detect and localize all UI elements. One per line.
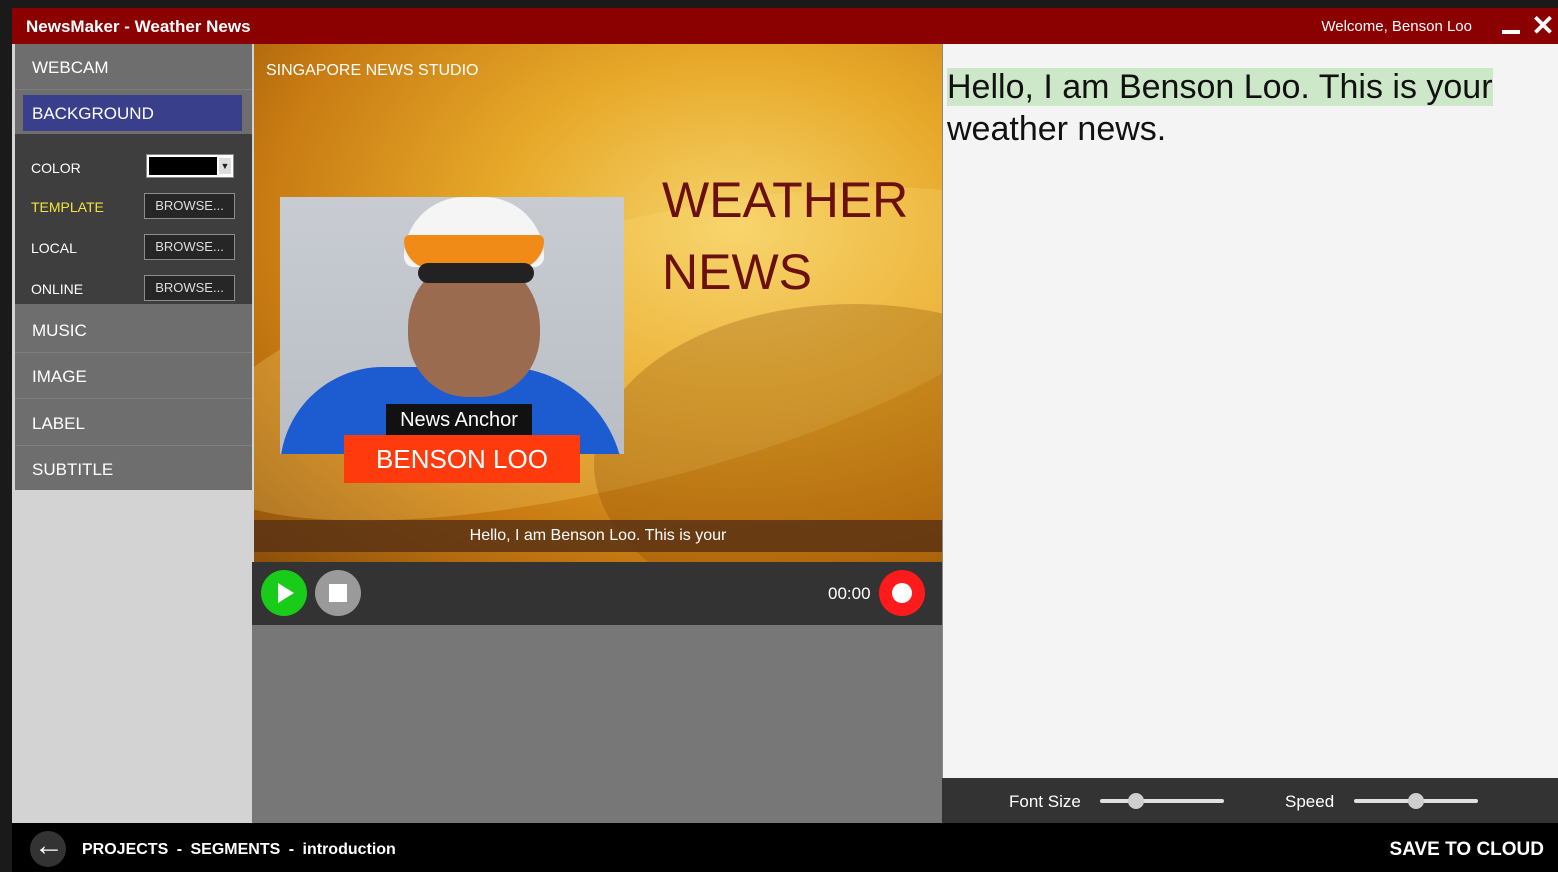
font-size-label: Font Size: [1009, 792, 1081, 811]
footer-bar: PROJECTS - SEGMENTS - introduction SAVE …: [12, 823, 1558, 872]
template-row: TEMPLATE BROWSE...: [31, 193, 241, 219]
script-highlight: Hello, I am Benson Loo. This is your: [947, 68, 1493, 106]
minimize-icon[interactable]: [1502, 20, 1520, 36]
anchor-name-label: BENSON LOO: [344, 435, 580, 483]
template-browse-button[interactable]: BROWSE...: [144, 193, 235, 219]
breadcrumb-current: introduction: [302, 841, 396, 858]
online-row: ONLINE BROWSE...: [31, 275, 241, 301]
online-browse-button[interactable]: BROWSE...: [144, 275, 235, 301]
play-button[interactable]: [261, 570, 307, 616]
script-panel[interactable]: Hello, I am Benson Loo. This is your weat…: [942, 44, 1558, 778]
sidebar-item-label[interactable]: LABEL: [15, 400, 252, 446]
sidebar-item-music[interactable]: MUSIC: [15, 307, 252, 353]
breadcrumb-segments[interactable]: SEGMENTS: [190, 841, 280, 858]
app-window: NewsMaker - Weather News Welcome, Benson…: [12, 8, 1558, 872]
back-arrow-icon[interactable]: [30, 829, 66, 867]
background-panel: COLOR ▼ TEMPLATE BROWSE... LOCAL BROWSE.…: [15, 134, 252, 304]
color-row: COLOR ▼: [31, 154, 241, 180]
title-bar: NewsMaker - Weather News Welcome, Benson…: [12, 8, 1558, 44]
headline-line-2: NEWS: [662, 244, 812, 300]
anchor-title-label: News Anchor: [386, 404, 532, 436]
local-browse-button[interactable]: BROWSE...: [144, 234, 235, 260]
script-rest: weather news.: [947, 110, 1167, 148]
playback-controls: 00:00: [252, 562, 942, 625]
breadcrumb-separator: -: [288, 841, 295, 858]
chevron-down-icon: ▼: [219, 158, 231, 174]
script-text[interactable]: Hello, I am Benson Loo. This is your weat…: [947, 66, 1547, 150]
breadcrumb-projects[interactable]: PROJECTS: [82, 841, 168, 858]
local-label: LOCAL: [31, 240, 77, 256]
stop-button[interactable]: [315, 570, 361, 616]
speed-slider[interactable]: [1354, 793, 1478, 809]
speed-thumb[interactable]: [1408, 793, 1424, 809]
headline-line-1: WEATHER: [662, 172, 909, 228]
speed-label: Speed: [1285, 792, 1335, 811]
close-icon[interactable]: ✕: [1530, 12, 1556, 40]
breadcrumb-separator: -: [176, 841, 183, 858]
teleprompter-settings: Font Size Speed: [942, 778, 1558, 823]
color-label: COLOR: [31, 160, 81, 176]
timer: 00:00: [828, 584, 871, 603]
sidebar-item-background[interactable]: BACKGROUND: [23, 95, 242, 131]
subtitle-bar: Hello, I am Benson Loo. This is your: [254, 520, 942, 552]
breadcrumb: PROJECTS - SEGMENTS - introduction: [82, 841, 400, 859]
local-row: LOCAL BROWSE...: [31, 234, 241, 260]
webcam-figure: [418, 263, 534, 283]
sidebar-item-image[interactable]: IMAGE: [15, 353, 252, 399]
app-title: NewsMaker - Weather News: [26, 17, 251, 36]
sidebar: WEBCAM BACKGROUND COLOR ▼ TEMPLATE BROWS…: [15, 44, 252, 490]
online-label: ONLINE: [31, 281, 84, 297]
color-swatch: [149, 157, 217, 175]
sidebar-item-webcam[interactable]: WEBCAM: [15, 44, 252, 90]
headline: WEATHER NEWS: [662, 164, 908, 308]
font-size-thumb[interactable]: [1128, 793, 1145, 809]
save-to-cloud-button[interactable]: SAVE TO CLOUD: [1390, 839, 1544, 861]
template-label: TEMPLATE: [31, 199, 104, 215]
welcome-text: Welcome, Benson Loo: [1321, 18, 1472, 35]
record-button[interactable]: [879, 570, 925, 616]
preview-stage: SINGAPORE NEWS STUDIO WEATHER NEWS News …: [254, 44, 942, 564]
color-picker[interactable]: ▼: [146, 154, 234, 178]
empty-panel: [252, 625, 942, 823]
font-size-slider[interactable]: [1100, 793, 1224, 809]
studio-name: SINGAPORE NEWS STUDIO: [266, 62, 479, 79]
sidebar-item-subtitle[interactable]: SUBTITLE: [15, 446, 252, 492]
